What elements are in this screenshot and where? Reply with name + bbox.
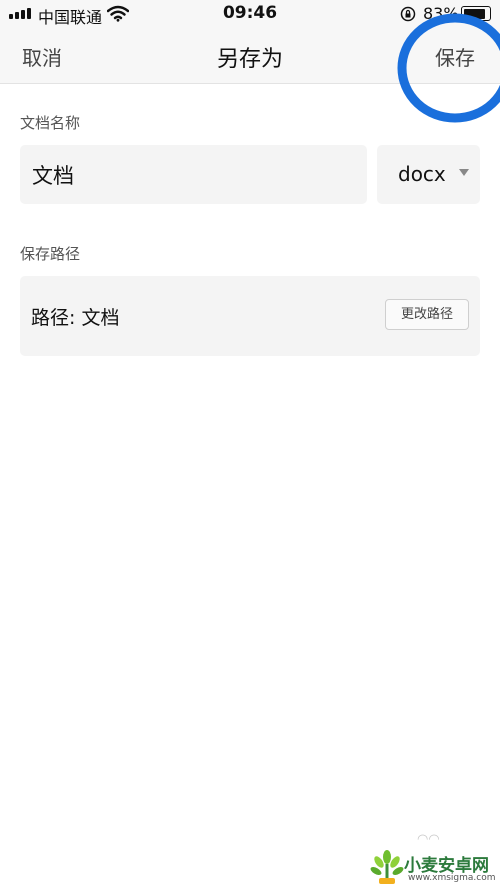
cancel-button[interactable]: 取消 — [22, 42, 62, 71]
document-name-input[interactable] — [20, 145, 367, 204]
document-name-label: 文档名称 — [20, 114, 81, 132]
save-path-label: 保存路径 — [20, 245, 81, 263]
change-path-button[interactable]: 更改路径 — [385, 299, 469, 330]
watermark: 小麦安卓网 www.xmsigma.com — [370, 848, 496, 886]
save-path-value: 路径: 文档 — [31, 307, 120, 329]
save-path-row: 路径: 文档 更改路径 — [20, 276, 480, 356]
decorative-dots: ◠◠ — [417, 832, 440, 847]
file-extension-dropdown[interactable]: docx — [377, 145, 480, 204]
save-as-screen: 中国联通 09:46 83% 取消 另存为 保存 文档名称 docx 保存路径 — [0, 0, 500, 889]
save-button[interactable]: 保存 — [435, 42, 475, 71]
dropdown-caret-icon — [459, 169, 469, 176]
battery-percentage: 83% — [423, 4, 459, 23]
status-bar: 中国联通 09:46 83% — [0, 0, 500, 28]
page-title: 另存为 — [216, 47, 283, 72]
navigation-bar: 取消 另存为 保存 — [0, 13, 500, 123]
watermark-url: www.xmsigma.com — [408, 873, 496, 883]
battery-icon — [461, 6, 491, 21]
file-extension-value: docx — [398, 162, 446, 186]
rotation-lock-icon — [400, 6, 416, 22]
watermark-logo-icon — [370, 850, 404, 884]
